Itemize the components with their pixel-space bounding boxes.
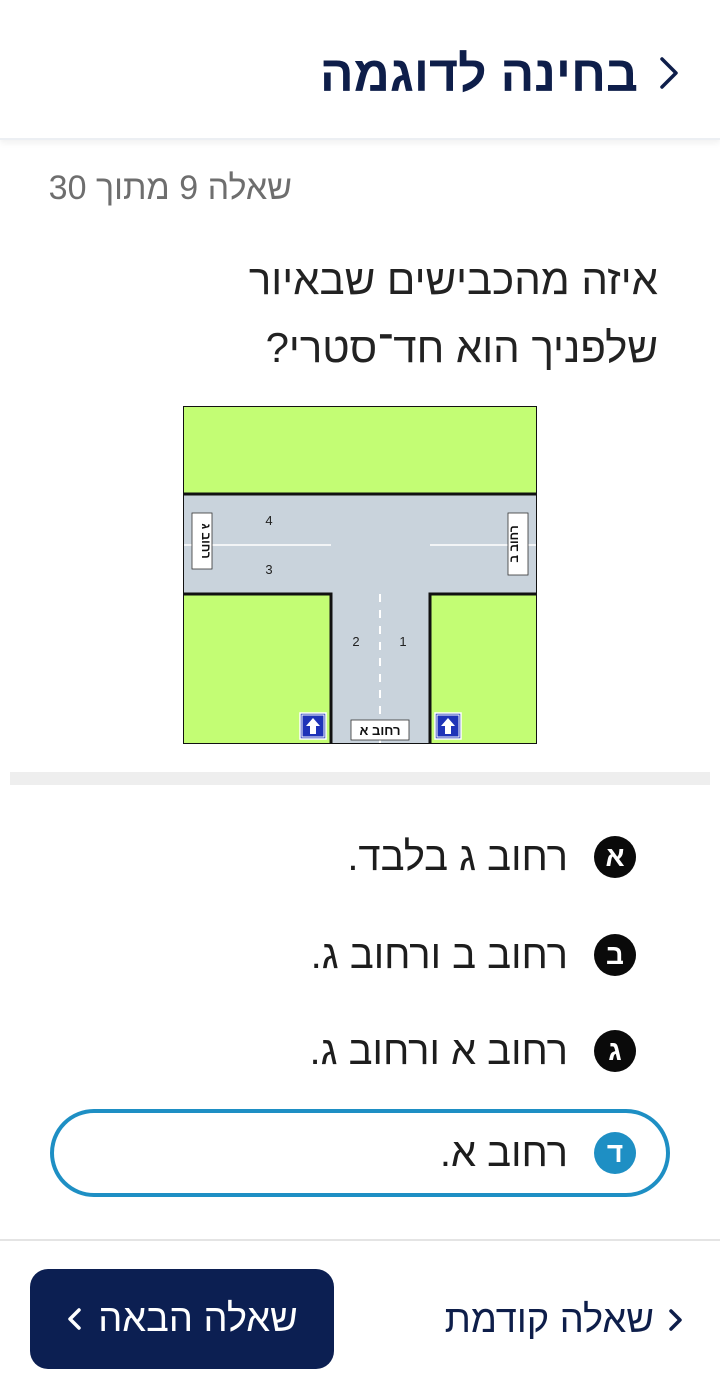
back-button[interactable] xyxy=(654,50,684,96)
answer-letter-badge: ג xyxy=(594,1030,636,1072)
exam-page: בחינה לדוגמה שאלה 9 מתוך 30 איזה מהכבישי… xyxy=(0,0,720,1399)
intersection-diagram: 4 3 2 1 רחוב ג רחוב ב רחוב א xyxy=(183,406,537,744)
question-line-1: איזה מהכבישים שבאיור xyxy=(248,256,658,303)
question-counter: שאלה 9 מתוך 30 xyxy=(48,169,292,207)
answer-text: רחוב א. xyxy=(439,1130,568,1175)
previous-question-label: שאלה קודמת xyxy=(444,1298,654,1341)
answer-letter-badge: א xyxy=(594,836,636,878)
app-header: בחינה לדוגמה xyxy=(0,0,720,140)
section-divider xyxy=(10,772,710,785)
next-question-button[interactable]: שאלה הבאה xyxy=(30,1269,334,1369)
chevron-right-icon xyxy=(660,57,678,89)
answer-option-a[interactable]: א רחוב ג בלבד. xyxy=(347,830,636,884)
lane-number-1: 1 xyxy=(399,634,406,649)
answer-option-c[interactable]: ג רחוב א ורחוב ג. xyxy=(309,1024,636,1078)
footer-divider xyxy=(0,1239,720,1241)
answer-letter-badge: ד xyxy=(594,1132,636,1174)
road-horizontal xyxy=(183,494,537,594)
answer-text: רחוב א ורחוב ג. xyxy=(309,1028,568,1073)
answer-letter-badge: ב xyxy=(594,934,636,976)
street-c-label: רחוב ג xyxy=(199,523,213,558)
lane-number-3: 3 xyxy=(265,562,272,577)
grass-top xyxy=(183,406,537,494)
chevron-left-icon xyxy=(68,1308,81,1330)
answer-option-d[interactable]: ד רחוב א. xyxy=(50,1109,670,1197)
street-a-label: רחוב א xyxy=(360,723,401,738)
chevron-right-icon xyxy=(669,1309,682,1331)
answer-option-b[interactable]: ב רחוב ב ורחוב ג. xyxy=(311,928,636,982)
next-question-label: שאלה הבאה xyxy=(98,1297,298,1340)
street-b-label: רחוב ב xyxy=(507,525,521,562)
one-way-arrow-up-icon xyxy=(434,712,462,740)
lane-number-4: 4 xyxy=(265,513,272,528)
question-line-2: שלפניך הוא חד־סטרי? xyxy=(265,324,658,371)
answer-text: רחוב ב ורחוב ג. xyxy=(310,932,568,977)
question-text: איזה מהכבישים שבאיור שלפניך הוא חד־סטרי? xyxy=(98,246,658,382)
lane-number-2: 2 xyxy=(352,634,359,649)
page-title: בחינה לדוגמה xyxy=(319,46,638,102)
answer-text: רחוב ג בלבד. xyxy=(347,834,568,879)
one-way-arrow-up-icon xyxy=(299,712,327,740)
previous-question-button[interactable]: שאלה קודמת xyxy=(445,1290,684,1350)
